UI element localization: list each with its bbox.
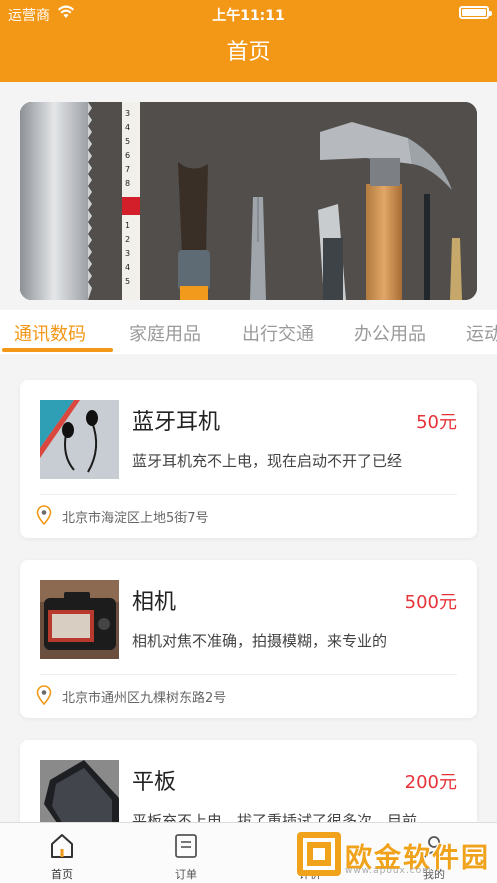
status-bar: 运营商 上午11:11 — [0, 0, 497, 26]
listing-card[interactable]: 蓝牙耳机 50元 蓝牙耳机充不上电，现在启动不开了已经 北京市海淀区上地5街7号 — [20, 380, 477, 538]
watermark-mark-icon — [297, 832, 341, 876]
listing-address: 北京市通州区九棵树东路2号 — [62, 691, 227, 706]
listing-title: 蓝牙耳机 — [132, 410, 221, 435]
status-time: 上午11:11 — [212, 8, 285, 24]
nav-header: 运营商 上午11:11 首页 — [0, 0, 497, 82]
active-tab-indicator — [2, 348, 113, 352]
battery-icon — [459, 6, 492, 19]
location-pin-icon — [36, 685, 52, 705]
svg-text:3: 3 — [125, 109, 130, 118]
svg-text:8: 8 — [125, 179, 130, 188]
svg-text:2: 2 — [125, 235, 130, 244]
category-tab-transport[interactable]: 出行交通 — [242, 320, 314, 346]
svg-text:4: 4 — [125, 123, 130, 132]
svg-text:3: 3 — [125, 249, 130, 258]
watermark-url: www.apoux.com — [345, 866, 432, 876]
card-divider — [40, 494, 457, 495]
card-divider — [40, 674, 457, 675]
listing-price: 50元 — [416, 412, 457, 433]
svg-text:7: 7 — [125, 165, 130, 174]
svg-text:5: 5 — [125, 277, 130, 286]
listing-card[interactable]: 相机 500元 相机对焦不准确，拍摄模糊，来专业的 北京市通州区九棵树东路2号 — [20, 560, 477, 718]
category-tab-household[interactable]: 家庭用品 — [129, 320, 201, 346]
category-tab-communication[interactable]: 通讯数码 — [14, 320, 86, 346]
tabbar-item-home[interactable]: 首页 — [0, 823, 124, 883]
location-pin-icon — [36, 505, 52, 525]
orders-icon — [175, 834, 197, 858]
home-icon — [51, 834, 73, 858]
earphones-photo — [40, 400, 119, 479]
category-tab-office[interactable]: 办公用品 — [354, 320, 426, 346]
watermark-logo: 欧金软件园 www.apoux.com — [297, 830, 494, 880]
category-tab-sports[interactable]: 运动 — [466, 320, 497, 346]
svg-text:4: 4 — [125, 263, 130, 272]
category-tabs: 通讯数码 家庭用品 出行交通 办公用品 运动 — [0, 310, 497, 354]
listing-description: 蓝牙耳机充不上电，现在启动不开了已经 — [132, 452, 403, 470]
tabbar-label: 首页 — [51, 868, 73, 881]
listing-title: 相机 — [132, 590, 177, 615]
svg-text:6: 6 — [125, 151, 130, 160]
page-title: 首页 — [226, 40, 271, 65]
listing-title: 平板 — [132, 770, 177, 795]
listing-description: 相机对焦不准确，拍摄模糊，来专业的 — [132, 632, 388, 650]
camera-photo — [40, 580, 119, 659]
tabbar-item-orders[interactable]: 订单 — [124, 823, 248, 883]
banner-image[interactable]: 3 4 5 6 7 8 1 2 3 4 5 — [20, 102, 477, 300]
tools-illustration: 3 4 5 6 7 8 1 2 3 4 5 — [20, 102, 477, 300]
listing-price: 200元 — [404, 772, 457, 793]
svg-text:1: 1 — [125, 221, 130, 230]
listing-price: 500元 — [404, 592, 457, 613]
tabbar-label: 订单 — [175, 868, 197, 881]
listing-address: 北京市海淀区上地5街7号 — [62, 511, 209, 526]
svg-text:5: 5 — [125, 137, 130, 146]
